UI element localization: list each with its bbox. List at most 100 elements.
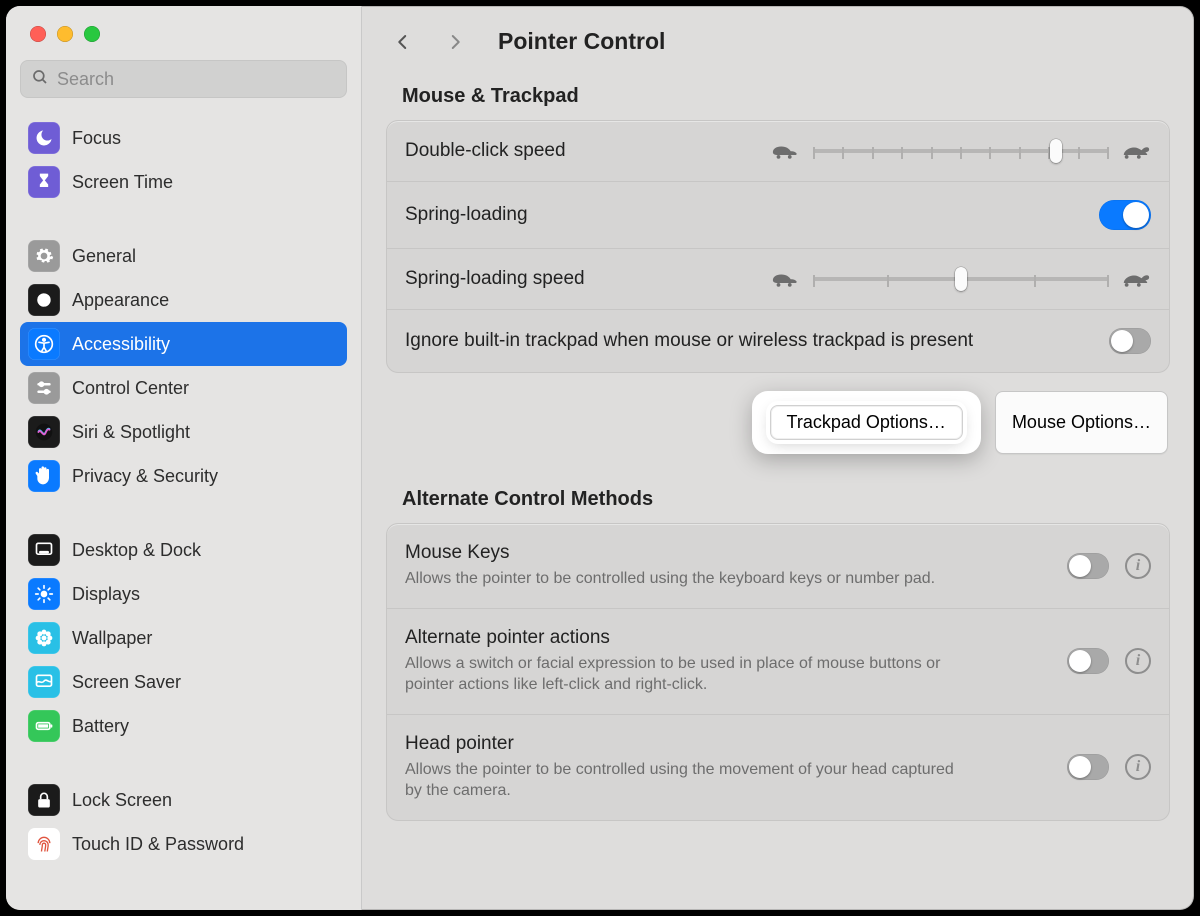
hourglass-icon — [28, 166, 60, 198]
row-description: Allows a switch or facial expression to … — [405, 653, 965, 696]
ignore-trackpad-toggle[interactable] — [1109, 328, 1151, 354]
sidebar-item-label: Control Center — [72, 378, 339, 399]
sidebar-item-label: Screen Time — [72, 172, 339, 193]
row-title: Head pointer — [405, 733, 1051, 755]
row-title: Alternate pointer actions — [405, 627, 1051, 649]
sidebar-item-label: Desktop & Dock — [72, 540, 339, 561]
row-alternate-pointer-actions: Alternate pointer actions Allows a switch… — [387, 609, 1169, 715]
search-input[interactable] — [57, 69, 336, 90]
row-spring-loading-speed: Spring-loading speed — [387, 249, 1169, 310]
appearance-icon — [28, 284, 60, 316]
minimize-window-button[interactable] — [57, 26, 73, 42]
row-ignore-trackpad: Ignore built-in trackpad when mouse or w… — [387, 310, 1169, 372]
sidebar-item-label: Accessibility — [72, 334, 339, 355]
ignore-trackpad-label: Ignore built-in trackpad when mouse or w… — [405, 330, 973, 352]
sidebar-item-label: Displays — [72, 584, 339, 605]
dock-icon — [28, 534, 60, 566]
options-buttons: Trackpad Options… Mouse Options… — [388, 391, 1168, 454]
nav-back-button[interactable] — [394, 33, 412, 51]
spring-loading-speed-slider[interactable] — [813, 268, 1109, 290]
double-click-speed-slider[interactable] — [813, 140, 1109, 162]
lock-icon — [28, 784, 60, 816]
close-window-button[interactable] — [30, 26, 46, 42]
sidebar-item-desktop-dock[interactable]: Desktop & Dock — [20, 528, 347, 572]
sidebar-item-appearance[interactable]: Appearance — [20, 278, 347, 322]
sidebar-item-label: Wallpaper — [72, 628, 339, 649]
sidebar-item-displays[interactable]: Displays — [20, 572, 347, 616]
row-description: Allows the pointer to be controlled usin… — [405, 568, 965, 590]
row-double-click-speed: Double-click speed — [387, 121, 1169, 182]
mouse-trackpad-card: Double-click speed — [386, 120, 1170, 373]
sidebar-item-label: Appearance — [72, 290, 339, 311]
main-panel: Pointer Control Mouse & Trackpad Double-… — [362, 6, 1194, 910]
sidebar-item-label: General — [72, 246, 339, 267]
sidebar-item-control-center[interactable]: Control Center — [20, 366, 347, 410]
row-head-pointer: Head pointer Allows the pointer to be con… — [387, 715, 1169, 820]
head-pointer-info-button[interactable]: i — [1125, 754, 1151, 780]
row-title: Mouse Keys — [405, 542, 1051, 564]
alternate-pointer-actions-toggle[interactable] — [1067, 648, 1109, 674]
trackpad-options-button[interactable]: Trackpad Options… — [770, 405, 963, 440]
row-mouse-keys: Mouse Keys Allows the pointer to be contr… — [387, 524, 1169, 609]
spring-loading-speed-label: Spring-loading speed — [405, 268, 585, 290]
sidebar: Focus Screen Time General Appearance Accessi… — [6, 6, 362, 910]
screensaver-icon — [28, 666, 60, 698]
sidebar-item-label: Focus — [72, 128, 339, 149]
alternate-methods-card: Mouse Keys Allows the pointer to be contr… — [386, 523, 1170, 821]
sidebar-item-label: Battery — [72, 716, 339, 737]
system-settings-window: Focus Screen Time General Appearance Accessi… — [6, 6, 1194, 910]
sidebar-item-label: Privacy & Security — [72, 466, 339, 487]
sidebar-item-label: Lock Screen — [72, 790, 339, 811]
hand-icon — [28, 460, 60, 492]
row-spring-loading: Spring-loading — [387, 182, 1169, 249]
trackpad-options-highlight: Trackpad Options… — [752, 391, 981, 454]
moon-icon — [28, 122, 60, 154]
content: Mouse & Trackpad Double-click speed — [362, 77, 1194, 910]
alternate-pointer-actions-info-button[interactable]: i — [1125, 648, 1151, 674]
nav-forward-button[interactable] — [446, 33, 464, 51]
row-description: Allows the pointer to be controlled usin… — [405, 759, 965, 802]
tortoise-icon — [771, 139, 801, 163]
hare-icon — [1121, 139, 1151, 163]
sidebar-item-label: Screen Saver — [72, 672, 339, 693]
sidebar-item-touch-id-password[interactable]: Touch ID & Password — [20, 822, 347, 866]
sidebar-item-wallpaper[interactable]: Wallpaper — [20, 616, 347, 660]
brightness-icon — [28, 578, 60, 610]
section-title-alternate: Alternate Control Methods — [402, 488, 1170, 511]
search-icon — [31, 68, 57, 91]
sidebar-item-siri-spotlight[interactable]: Siri & Spotlight — [20, 410, 347, 454]
mouse-keys-toggle[interactable] — [1067, 553, 1109, 579]
titlebar: Pointer Control — [362, 6, 1194, 77]
fingerprint-icon — [28, 828, 60, 860]
flower-icon — [28, 622, 60, 654]
controls-icon — [28, 372, 60, 404]
head-pointer-toggle[interactable] — [1067, 754, 1109, 780]
spring-loading-label: Spring-loading — [405, 204, 528, 226]
double-click-speed-label: Double-click speed — [405, 140, 566, 162]
window-controls — [6, 16, 361, 60]
mouse-keys-info-button[interactable]: i — [1125, 553, 1151, 579]
siri-icon — [28, 416, 60, 448]
sidebar-item-label: Touch ID & Password — [72, 834, 339, 855]
section-title-mouse-trackpad: Mouse & Trackpad — [402, 85, 1170, 108]
sidebar-item-battery[interactable]: Battery — [20, 704, 347, 748]
search-field[interactable] — [20, 60, 347, 98]
gear-icon — [28, 240, 60, 272]
sidebar-item-label: Siri & Spotlight — [72, 422, 339, 443]
accessibility-icon — [28, 328, 60, 360]
sidebar-list[interactable]: Focus Screen Time General Appearance Accessi… — [6, 110, 361, 910]
mouse-options-button[interactable]: Mouse Options… — [995, 391, 1168, 454]
tortoise-icon — [771, 267, 801, 291]
sidebar-item-screen-time[interactable]: Screen Time — [20, 160, 347, 204]
zoom-window-button[interactable] — [84, 26, 100, 42]
sidebar-item-general[interactable]: General — [20, 234, 347, 278]
sidebar-item-lock-screen[interactable]: Lock Screen — [20, 778, 347, 822]
hare-icon — [1121, 267, 1151, 291]
sidebar-item-accessibility[interactable]: Accessibility — [20, 322, 347, 366]
sidebar-item-focus[interactable]: Focus — [20, 116, 347, 160]
sidebar-item-screen-saver[interactable]: Screen Saver — [20, 660, 347, 704]
spring-loading-toggle[interactable] — [1099, 200, 1151, 230]
sidebar-item-privacy-security[interactable]: Privacy & Security — [20, 454, 347, 498]
battery-icon — [28, 710, 60, 742]
page-title: Pointer Control — [498, 28, 665, 55]
